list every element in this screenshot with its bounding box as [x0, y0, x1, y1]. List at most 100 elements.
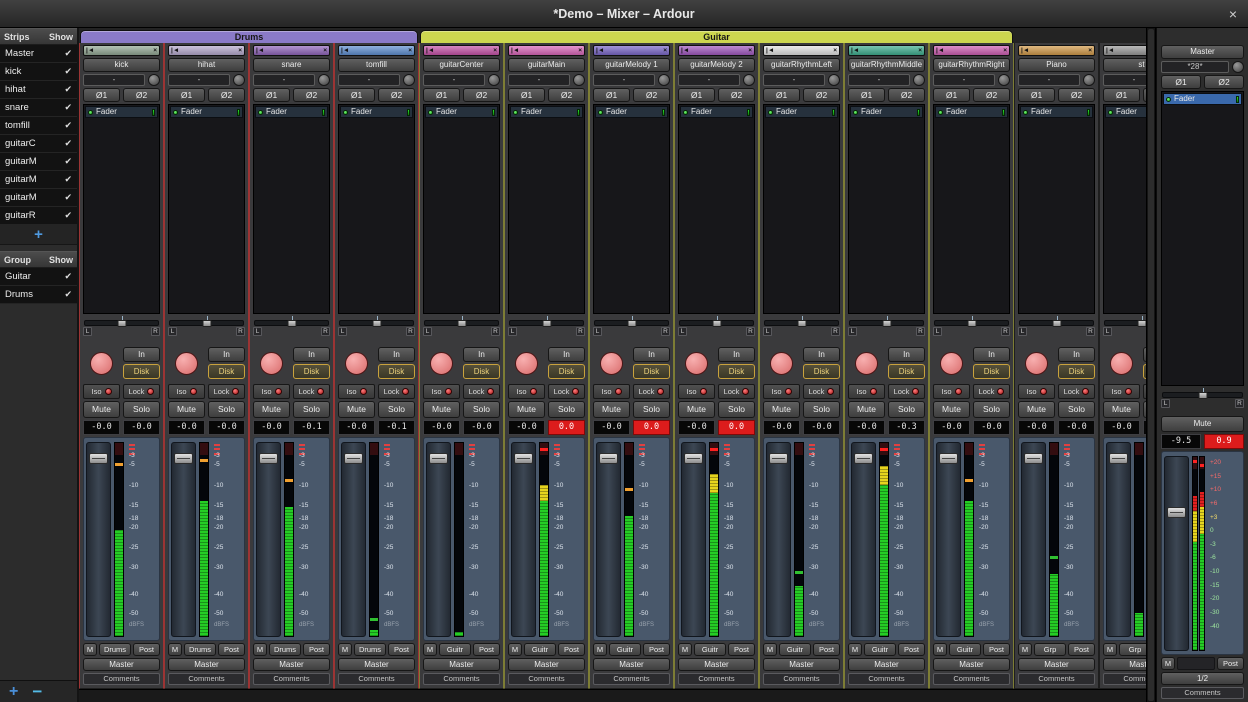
strip-name-button[interactable]: guitarRhythmRight: [933, 58, 1010, 72]
trim-knob[interactable]: [488, 74, 500, 86]
phase-invert-1-button[interactable]: Ø1: [763, 88, 800, 102]
pan-handle[interactable]: [117, 320, 126, 327]
phase-invert-1-button[interactable]: Ø1: [678, 88, 715, 102]
mute-button[interactable]: Mute: [1018, 401, 1055, 418]
trim-knob[interactable]: [318, 74, 330, 86]
hide-strip-icon[interactable]: ×: [493, 46, 497, 55]
gain-display[interactable]: -0.0: [423, 420, 460, 435]
gain-fader[interactable]: [681, 442, 706, 637]
strip-name-button[interactable]: hihat: [168, 58, 245, 72]
fader-processor[interactable]: Fader: [340, 106, 413, 118]
record-enable-button[interactable]: [940, 352, 963, 375]
phase-invert-1-button[interactable]: Ø1: [1103, 88, 1140, 102]
record-enable-button[interactable]: [600, 352, 623, 375]
strip-name-button[interactable]: snare: [253, 58, 330, 72]
pan-control[interactable]: LR: [423, 316, 500, 342]
pan-handle[interactable]: [1137, 320, 1146, 327]
gain-fader[interactable]: [596, 442, 621, 637]
gain-display[interactable]: -0.0: [593, 420, 630, 435]
gain-fader[interactable]: [426, 442, 451, 637]
strip-visibility-check[interactable]: ✔: [64, 138, 72, 149]
solo-lock-button[interactable]: Lock: [293, 384, 330, 399]
narrow-strip-icon[interactable]: |◄: [256, 46, 264, 55]
hide-strip-icon[interactable]: ×: [663, 46, 667, 55]
meter-point-button[interactable]: Post: [728, 643, 755, 656]
gain-display[interactable]: -0.0: [678, 420, 715, 435]
pan-handle[interactable]: [542, 320, 551, 327]
pan-track[interactable]: [1162, 392, 1243, 398]
mute-button[interactable]: Mute: [848, 401, 885, 418]
peak-display[interactable]: 0.0: [718, 420, 755, 435]
group-show-check[interactable]: ✔: [64, 289, 72, 300]
solo-lock-button[interactable]: Lock: [803, 384, 840, 399]
pan-control[interactable]: LR: [933, 316, 1010, 342]
record-enable-button[interactable]: [515, 352, 538, 375]
pan-track[interactable]: [594, 320, 669, 326]
record-enable-button[interactable]: [1025, 352, 1048, 375]
pan-track[interactable]: [84, 320, 159, 326]
trim-display[interactable]: -: [593, 74, 655, 86]
trim-knob[interactable]: [403, 74, 415, 86]
group-button[interactable]: Guitr: [694, 643, 726, 656]
strip-visibility-check[interactable]: ✔: [64, 84, 72, 95]
pan-track[interactable]: [1019, 320, 1094, 326]
output-button[interactable]: Master: [338, 658, 415, 671]
phase-invert-2-button[interactable]: Ø2: [548, 88, 585, 102]
phase-invert-1-button[interactable]: Ø1: [848, 88, 885, 102]
group-button[interactable]: Grp: [1119, 643, 1146, 656]
group-button[interactable]: Guitr: [864, 643, 896, 656]
record-enable-button[interactable]: [430, 352, 453, 375]
monitor-input-button[interactable]: In: [293, 347, 330, 362]
pan-handle[interactable]: [1198, 392, 1207, 399]
pan-control[interactable]: LR: [253, 316, 330, 342]
monitor-input-button[interactable]: In: [548, 347, 585, 362]
meter-point-button[interactable]: Post: [388, 643, 415, 656]
monitor-input-button[interactable]: In: [208, 347, 245, 362]
peak-display[interactable]: -0.0: [1058, 420, 1095, 435]
monitor-disk-button[interactable]: Disk: [548, 364, 585, 379]
pan-control[interactable]: LR: [848, 316, 925, 342]
trim-knob[interactable]: [573, 74, 585, 86]
solo-button[interactable]: Solo: [803, 401, 840, 418]
master-mute-button[interactable]: Mute: [1161, 416, 1244, 432]
solo-button[interactable]: Solo: [633, 401, 670, 418]
phase-invert-1-button[interactable]: Ø1: [933, 88, 970, 102]
solo-lock-button[interactable]: Lock: [888, 384, 925, 399]
peak-display[interactable]: -0.0: [208, 420, 245, 435]
metering-button[interactable]: M: [593, 643, 607, 656]
strips-list-item[interactable]: hihat✔: [0, 81, 77, 99]
monitor-input-button[interactable]: In: [718, 347, 755, 362]
output-button[interactable]: Master: [168, 658, 245, 671]
narrow-strip-icon[interactable]: |◄: [936, 46, 944, 55]
trim-display[interactable]: -: [848, 74, 910, 86]
trim-knob[interactable]: [998, 74, 1010, 86]
pan-track[interactable]: [849, 320, 924, 326]
comments-button[interactable]: Comments: [1103, 673, 1146, 685]
fader-processor[interactable]: Fader: [850, 106, 923, 118]
pan-control[interactable]: LR: [168, 316, 245, 342]
gain-fader-handle[interactable]: [259, 453, 278, 464]
strips-list-item[interactable]: tomfill✔: [0, 117, 77, 135]
group-button[interactable]: Guitr: [524, 643, 556, 656]
strip-name-button[interactable]: guitarMelody 2: [678, 58, 755, 72]
fader-processor[interactable]: Fader: [595, 106, 668, 118]
pan-track[interactable]: [934, 320, 1009, 326]
monitor-disk-button[interactable]: Disk: [463, 364, 500, 379]
meter-point-button[interactable]: Post: [1068, 643, 1095, 656]
narrow-strip-icon[interactable]: |◄: [1106, 46, 1114, 55]
group-button[interactable]: Drums: [184, 643, 216, 656]
processor-box[interactable]: Fader: [253, 104, 330, 314]
mute-button[interactable]: Mute: [1103, 401, 1140, 418]
record-enable-button[interactable]: [685, 352, 708, 375]
output-button[interactable]: Master: [848, 658, 925, 671]
solo-lock-button[interactable]: Lock: [718, 384, 755, 399]
gain-fader[interactable]: [766, 442, 791, 637]
mute-button[interactable]: Mute: [83, 401, 120, 418]
master-name-button[interactable]: Master: [1161, 45, 1244, 59]
strip-name-button[interactable]: guitarMain: [508, 58, 585, 72]
solo-button[interactable]: Solo: [378, 401, 415, 418]
processor-box[interactable]: Fader: [1018, 104, 1095, 314]
metering-button[interactable]: M: [168, 643, 182, 656]
gain-fader-handle[interactable]: [514, 453, 533, 464]
gain-fader[interactable]: [256, 442, 281, 637]
